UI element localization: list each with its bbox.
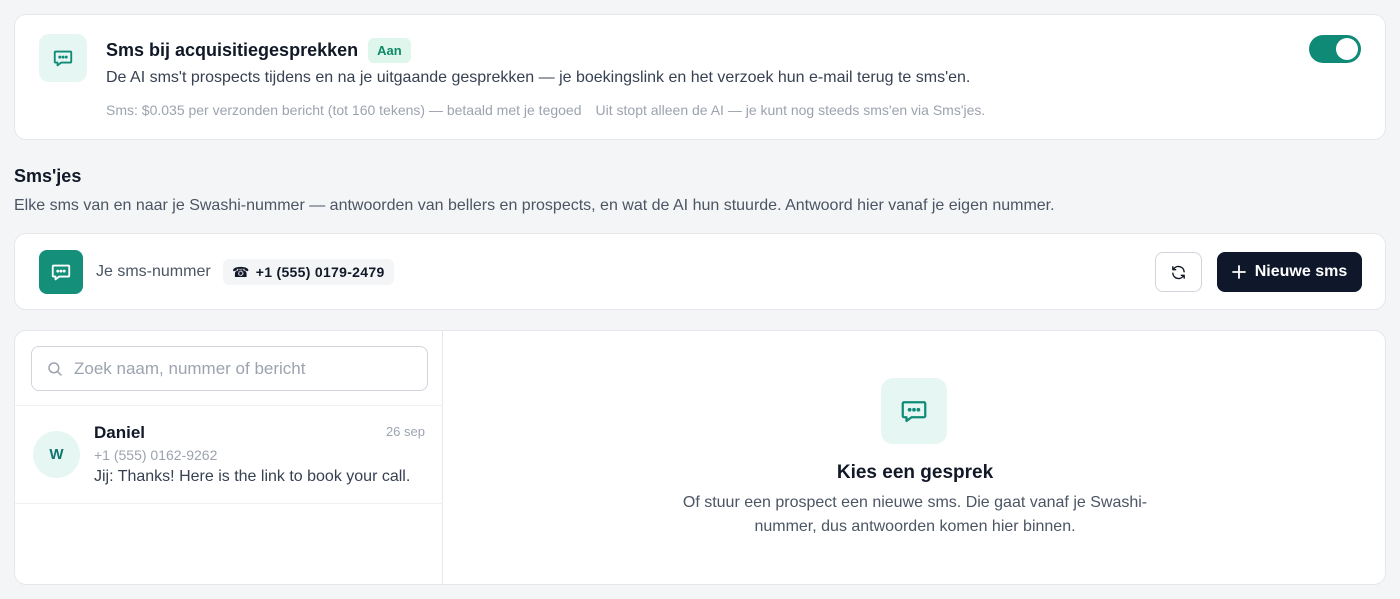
sms-number-value: +1 (555) 0179-2479 [255, 264, 385, 280]
sms-number-chip: ☎ +1 (555) 0179-2479 [223, 259, 394, 285]
ai-off-note: Uit stopt alleen de AI — je kunt nog ste… [595, 102, 986, 118]
empty-state-title: Kies een gesprek [836, 462, 994, 483]
section-description: Elke sms van en naar je Swashi-nummer — … [14, 197, 1055, 214]
conversation-phone: +1 (555) 0162-9262 [94, 447, 218, 463]
chat-bubble-icon [39, 34, 87, 82]
chat-bubble-icon [39, 250, 83, 294]
conversation-name: Daniel [94, 423, 146, 442]
empty-state-description: Of stuur een prospect een nieuwe sms. Di… [682, 494, 1148, 535]
new-sms-button[interactable]: Nieuwe sms [1217, 252, 1362, 292]
plus-icon [1231, 265, 1246, 279]
search-input[interactable] [74, 358, 404, 379]
search-box[interactable] [31, 346, 428, 391]
ai-card-title: Sms bij acquisitiegesprekken [106, 40, 359, 60]
ai-card-description: De AI sms't prospects tijdens en na je u… [106, 69, 971, 86]
avatar: W [33, 431, 80, 478]
conversation-date: 26 sep [385, 424, 425, 439]
conversation-list: W Daniel 26 sep +1 (555) 0162-9262 Jij: … [15, 331, 443, 584]
sms-number-label: Je sms-nummer [96, 263, 211, 280]
ai-sms-toggle[interactable] [1309, 35, 1361, 63]
messages-panel: W Daniel 26 sep +1 (555) 0162-9262 Jij: … [14, 330, 1386, 585]
empty-state: Kies een gesprek Of stuur een prospect e… [443, 331, 1385, 584]
search-icon [48, 361, 62, 376]
status-badge: Aan [368, 38, 411, 63]
ai-sms-card: Sms bij acquisitiegesprekken Aan De AI s… [14, 14, 1386, 140]
conversation-last-message: Jij: Thanks! Here is the link to book yo… [94, 468, 411, 485]
ai-card-meta: Sms: $0.035 per verzonden bericht (tot 1… [106, 102, 985, 118]
toggle-knob [1336, 38, 1358, 60]
refresh-icon [1172, 265, 1185, 279]
pricing-text: Sms: $0.035 per verzonden bericht (tot 1… [106, 102, 582, 118]
chat-bubble-icon [881, 378, 947, 444]
sms-number-bar: Je sms-nummer ☎ +1 (555) 0179-2479 Nieuw… [14, 233, 1386, 310]
ai-card-title-row: Sms bij acquisitiegesprekken Aan [106, 38, 411, 63]
refresh-button[interactable] [1155, 252, 1202, 292]
list-item[interactable]: W Daniel 26 sep +1 (555) 0162-9262 Jij: … [15, 406, 443, 504]
phone-icon: ☎ [232, 263, 250, 280]
section-title: Sms'jes [14, 166, 82, 186]
new-sms-label: Nieuwe sms [1254, 263, 1348, 280]
